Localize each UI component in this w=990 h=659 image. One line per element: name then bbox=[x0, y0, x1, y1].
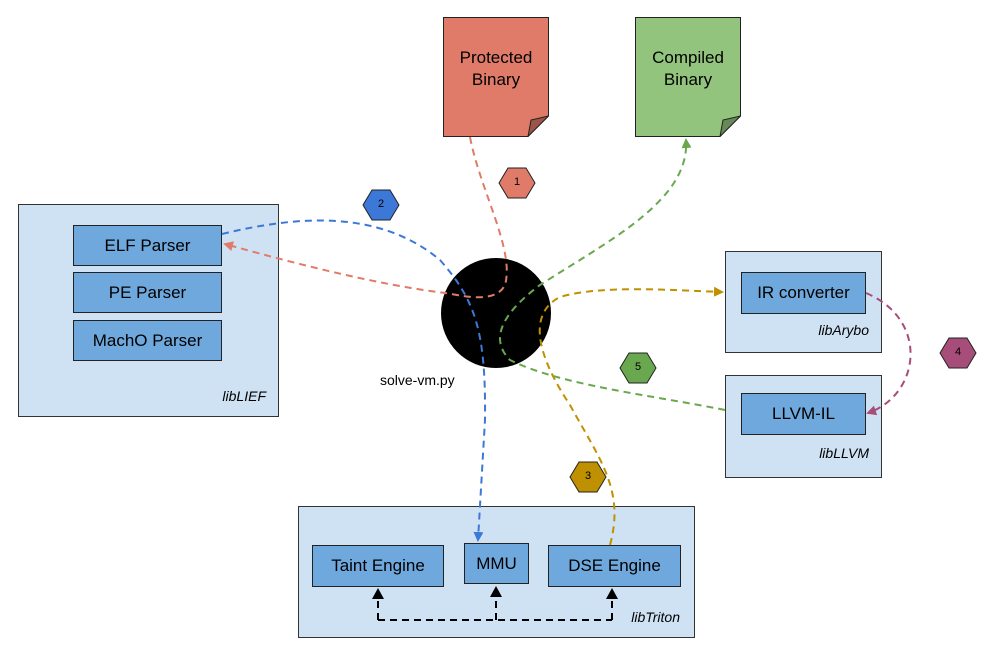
solve-vm-node[interactable] bbox=[441, 258, 551, 368]
connections-layer bbox=[221, 136, 977, 621]
solve-vm-label: solve-vm.py bbox=[380, 372, 455, 388]
arrow-to-dse bbox=[606, 588, 618, 599]
step-1-number: 1 bbox=[513, 176, 521, 188]
arrow-to-mmu bbox=[490, 586, 502, 597]
step-3-number: 3 bbox=[584, 470, 592, 482]
arrow-to-taint bbox=[372, 588, 384, 599]
step-5-number: 5 bbox=[634, 361, 642, 373]
edge-step-4 bbox=[865, 292, 912, 416]
step-2-number: 2 bbox=[377, 198, 385, 210]
step-4-number: 4 bbox=[954, 346, 962, 358]
edge-step-3 bbox=[538, 286, 724, 546]
